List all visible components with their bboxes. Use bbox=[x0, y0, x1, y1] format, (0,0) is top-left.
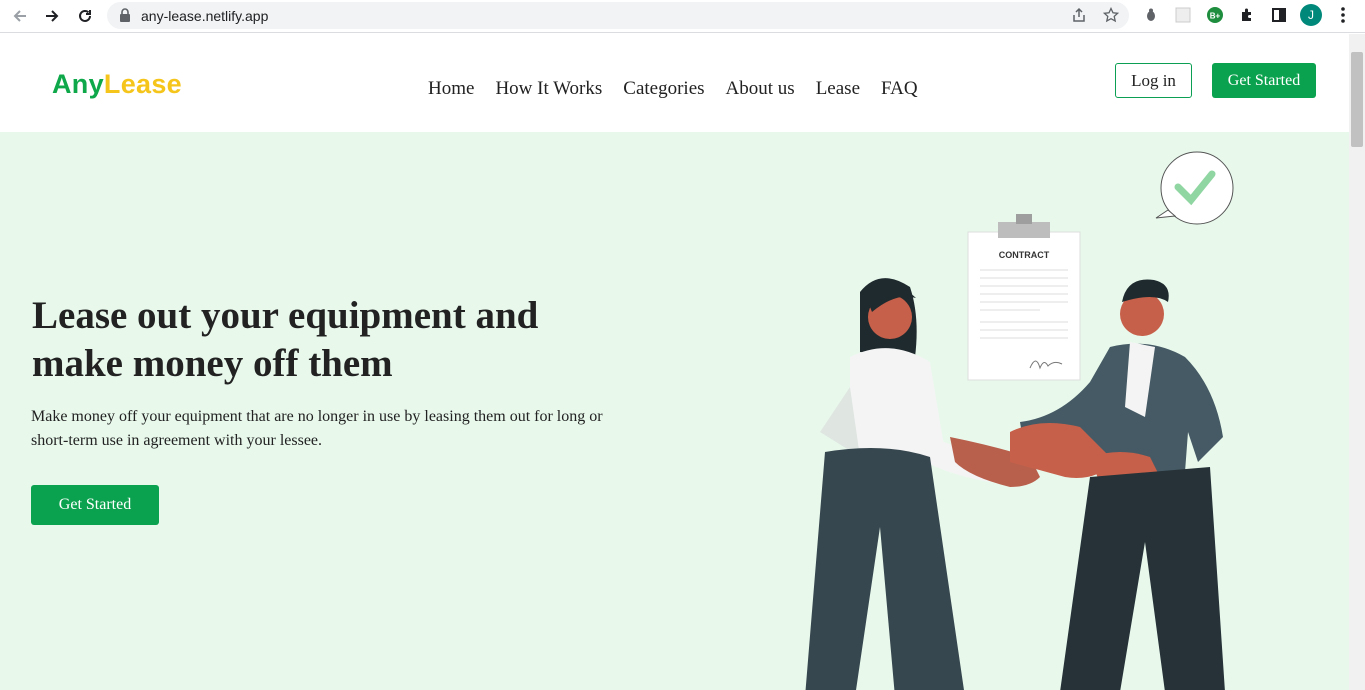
contract-label: CONTRACT bbox=[999, 250, 1050, 260]
handshake-illustration: CONTRACT bbox=[805, 151, 1234, 690]
arrow-right-icon bbox=[46, 10, 59, 22]
browser-toolbar: any-lease.netlify.app B+ J bbox=[0, 0, 1365, 33]
site-header: AnyLease Home How It Works Categories Ab… bbox=[0, 34, 1349, 132]
nav-lease[interactable]: Lease bbox=[816, 78, 860, 100]
arrow-left-icon bbox=[13, 10, 26, 22]
nav-home[interactable]: Home bbox=[428, 78, 474, 100]
hero-description: Make money off your equipment that are n… bbox=[31, 408, 603, 449]
url-text: any-lease.netlify.app bbox=[141, 8, 269, 24]
nav-about-us[interactable]: About us bbox=[726, 78, 795, 100]
hero-section: Lease out your equipment and make money … bbox=[0, 132, 1349, 690]
hero-get-started-button[interactable]: Get Started bbox=[31, 485, 159, 525]
reload-button[interactable] bbox=[72, 4, 98, 28]
bug-extension-icon[interactable] bbox=[1141, 5, 1161, 25]
badge-extension-text: B+ bbox=[1210, 12, 1221, 21]
nav-faq[interactable]: FAQ bbox=[881, 78, 918, 100]
kebab-menu-icon[interactable] bbox=[1333, 5, 1353, 25]
forward-button[interactable] bbox=[39, 4, 65, 28]
login-button[interactable]: Log in bbox=[1115, 63, 1192, 98]
main-nav: Home How It Works Categories About us Le… bbox=[428, 78, 918, 100]
hero-heading: Lease out your equipment and make money … bbox=[32, 294, 539, 385]
star-icon bbox=[1103, 7, 1119, 23]
logo-any: Any bbox=[52, 69, 104, 99]
back-button[interactable] bbox=[7, 4, 33, 28]
grid-extension-icon[interactable] bbox=[1173, 5, 1193, 25]
lock-icon bbox=[120, 8, 130, 22]
puzzle-icon[interactable] bbox=[1237, 5, 1257, 25]
nav-categories[interactable]: Categories bbox=[623, 78, 704, 100]
badge-extension-icon[interactable]: B+ bbox=[1205, 5, 1225, 25]
check-bubble-icon bbox=[1155, 151, 1234, 225]
share-icon bbox=[1073, 7, 1085, 22]
side-panel-icon[interactable] bbox=[1269, 5, 1289, 25]
profile-avatar[interactable]: J bbox=[1300, 4, 1322, 26]
scrollbar-thumb[interactable] bbox=[1351, 52, 1363, 147]
contract-clipboard: CONTRACT bbox=[967, 214, 1081, 381]
anylease-logo[interactable]: AnyLease bbox=[52, 69, 182, 100]
address-bar[interactable]: any-lease.netlify.app bbox=[107, 2, 1129, 29]
nav-how-it-works[interactable]: How It Works bbox=[495, 78, 602, 100]
logo-lease: Lease bbox=[103, 69, 182, 99]
reload-icon bbox=[79, 9, 91, 22]
header-get-started-button[interactable]: Get Started bbox=[1212, 63, 1316, 98]
page-scrollbar[interactable] bbox=[1349, 34, 1365, 690]
